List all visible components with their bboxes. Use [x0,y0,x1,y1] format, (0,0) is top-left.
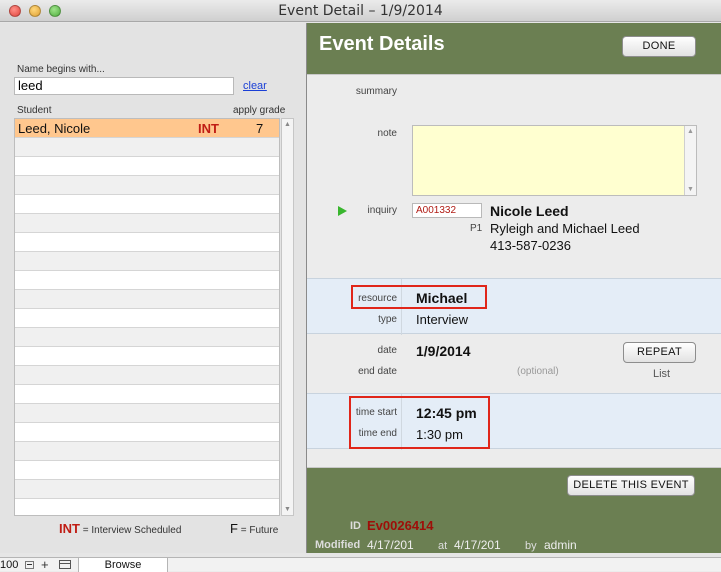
clear-search-link[interactable]: clear [243,80,267,92]
legend-int-text: = Interview Scheduled [82,525,182,536]
empty-row[interactable] [15,252,279,271]
delete-event-button[interactable]: DELETE THIS EVENT [567,475,695,496]
date-value[interactable]: 1/9/2014 [416,343,471,359]
student-apply-grade: 7 [256,121,264,136]
legend-f-text: = Future [240,525,279,536]
legend-int-code: INT [59,521,80,536]
id-label: ID [350,520,361,532]
student-column-header: Student [17,105,52,116]
event-details-panel: Event Details DONE summary note ▲ ▼ inqu… [306,23,721,553]
mode-indicator[interactable]: Browse [78,558,168,572]
empty-row[interactable] [15,195,279,214]
empty-row[interactable] [15,499,279,515]
student-list: Leed, Nicole INT 7 [14,118,280,516]
modified-by-value: admin [544,538,577,552]
inquiry-parents: Ryleigh and Michael Leed [490,221,640,236]
window-title: Event Detail – 1/9/2014 [278,3,443,19]
student-row[interactable]: Leed, Nicole INT 7 [15,119,279,138]
legend-future: F = Future [230,521,278,536]
student-name: Leed, Nicole [18,121,91,136]
toggle-toolbar-icon[interactable] [59,560,71,569]
scroll-down-icon[interactable]: ▼ [284,506,291,513]
event-form: summary note ▲ ▼ inquiry A001332 Nicole … [307,74,721,468]
zoom-level[interactable]: 100 [0,559,18,571]
repeat-list-link[interactable]: List [653,368,670,380]
event-details-title: Event Details [319,33,445,55]
summary-label: summary [355,86,397,97]
name-search-label: Name begins with... [17,64,105,75]
inquiry-label: inquiry [367,205,397,216]
empty-row[interactable] [15,366,279,385]
empty-row[interactable] [15,347,279,366]
note-label: note [377,128,397,139]
name-search-input[interactable]: leed [14,77,234,95]
event-id-value: Ev0026414 [367,518,434,533]
empty-row[interactable] [15,233,279,252]
apply-grade-column-header: apply grade [233,105,286,116]
legend-f-code: F [230,521,238,536]
student-status-code: INT [198,121,219,136]
modified-label: Modified [315,539,361,551]
empty-row[interactable] [15,480,279,499]
at-label: at [438,540,448,552]
empty-row[interactable] [15,157,279,176]
by-label: by [525,540,537,552]
inquiry-phone: 413-587-0236 [490,238,571,253]
legend-interview: INT = Interview Scheduled [59,521,181,536]
zoom-in-icon[interactable]: + [41,558,49,571]
status-bar: 100 + Browse [0,557,721,572]
scroll-up-icon[interactable]: ▲ [284,121,291,128]
student-list-scrollbar[interactable]: ▲ ▼ [281,118,294,516]
modified-at-value: 4/17/201 [454,538,501,552]
empty-row[interactable] [15,138,279,157]
student-list-panel: Name begins with... leed clear Student a… [0,23,306,553]
empty-row[interactable] [15,423,279,442]
end-date-field[interactable]: (optional) [517,366,559,377]
inquiry-person-name: Nicole Leed [490,203,569,219]
p1-label: P1 [470,223,483,234]
empty-row[interactable] [15,442,279,461]
zoom-out-icon[interactable] [25,561,34,569]
title-bar: Event Detail – 1/9/2014 [0,0,721,22]
note-textarea[interactable]: ▲ ▼ [412,125,697,196]
modified-date-value: 4/17/201 [367,538,414,552]
end-date-label: end date [358,366,397,377]
done-button[interactable]: DONE [622,36,696,57]
empty-row[interactable] [15,328,279,347]
time-highlight-box [349,396,490,449]
empty-row[interactable] [15,290,279,309]
empty-row[interactable] [15,404,279,423]
empty-row[interactable] [15,176,279,195]
type-label: type [378,314,397,325]
empty-row[interactable] [15,461,279,480]
inquiry-id-field[interactable]: A001332 [412,203,482,218]
empty-row[interactable] [15,385,279,404]
empty-row[interactable] [15,309,279,328]
repeat-button[interactable]: REPEAT [623,342,696,363]
type-value[interactable]: Interview [416,312,468,327]
resource-highlight-box [351,285,487,309]
empty-row[interactable] [15,271,279,290]
app-window: Event Detail – 1/9/2014 Name begins with… [0,0,721,572]
note-scroll-up-icon[interactable]: ▲ [687,128,694,135]
date-label: date [377,345,397,356]
note-scrollbar[interactable]: ▲ ▼ [684,126,696,195]
empty-row[interactable] [15,214,279,233]
note-scroll-down-icon[interactable]: ▼ [687,186,694,193]
